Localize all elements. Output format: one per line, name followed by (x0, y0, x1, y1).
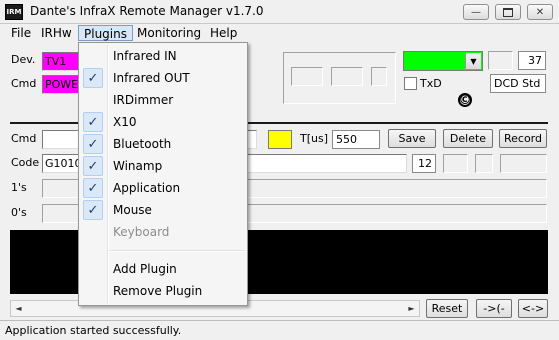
cmd-label: Cmd (11, 132, 37, 145)
display-segment-2 (331, 67, 363, 86)
plugin-menu-item-application[interactable]: ✓ Application (81, 177, 245, 199)
cmd-label-top: Cmd (11, 77, 37, 90)
save-button[interactable]: Save (388, 129, 436, 148)
plugin-menu-item-winamp[interactable]: ✓ Winamp (81, 155, 245, 177)
plugin-label: Application (113, 181, 181, 195)
dcd-std-box: DCD Std (490, 74, 546, 93)
code-label: Code (11, 156, 40, 169)
plugin-label: IRDimmer (113, 93, 174, 107)
menu-file[interactable]: File (6, 25, 36, 41)
display-panel (283, 52, 396, 104)
menu-plugins[interactable]: Plugins (78, 25, 133, 41)
record-button[interactable]: Record (499, 129, 547, 148)
checkmark-icon: ✓ (83, 134, 103, 154)
code-box-2 (475, 154, 493, 173)
prev-button[interactable]: ->(- (476, 299, 512, 318)
checkmark-icon: ✓ (83, 200, 103, 220)
count-value: 37 (518, 51, 546, 70)
app-icon: IRM (5, 4, 23, 20)
reset-button[interactable]: Reset (426, 299, 468, 318)
txd-checkbox[interactable] (404, 77, 417, 90)
delete-button[interactable]: Delete (443, 129, 493, 148)
minimize-icon: — (471, 6, 481, 18)
plugin-menu-item-irdimmer[interactable]: IRDimmer (81, 89, 245, 111)
remove-plugin-menu-item[interactable]: Remove Plugin (81, 280, 245, 302)
menu-bar: File IRHw Plugins Monitoring Help (0, 24, 559, 42)
menu-irhw[interactable]: IRHw (36, 25, 77, 41)
add-plugin-menu-item[interactable]: Add Plugin (81, 258, 245, 280)
restore-icon (503, 7, 513, 17)
checkmark-icon: ✓ (83, 156, 103, 176)
status-bar: Application started successfully. (0, 320, 559, 340)
plugins-dropdown-menu: Infrared IN ✓ Infrared OUT IRDimmer ✓ X10 ✓ Blu… (78, 42, 248, 306)
plugin-label: Bluetooth (113, 137, 172, 151)
menu-monitoring[interactable]: Monitoring (132, 25, 206, 41)
checkmark-icon: ✓ (83, 112, 103, 132)
plugin-label: Mouse (113, 203, 152, 217)
display-segment-1 (291, 67, 323, 86)
plugin-menu-item-x10[interactable]: ✓ X10 (81, 111, 245, 133)
menu-help[interactable]: Help (205, 25, 242, 41)
restore-button[interactable] (495, 4, 521, 20)
zeros-label: 0's (11, 206, 27, 219)
plugin-label: X10 (113, 115, 137, 129)
copyright-glyph: © (458, 92, 472, 108)
display-segment-3 (371, 67, 387, 86)
dev-label: Dev. (11, 53, 36, 66)
add-plugin-label: Add Plugin (113, 262, 177, 276)
swap-button[interactable]: <-> (518, 299, 548, 318)
cmd-value-field[interactable]: POWER (42, 75, 80, 94)
chevron-down-icon[interactable]: ▼ (465, 53, 481, 69)
code-box-3 (500, 154, 547, 173)
copyright-icon: © (458, 93, 472, 107)
tus-label: T[us] (300, 132, 329, 145)
status-message: Application started successfully. (5, 324, 182, 337)
close-button[interactable]: ✕ (527, 4, 553, 20)
led-select[interactable]: ▼ (403, 51, 483, 71)
plugin-menu-item-mouse[interactable]: ✓ Mouse (81, 199, 245, 221)
remove-plugin-label: Remove Plugin (113, 284, 203, 298)
plugin-menu-item-infrared-out[interactable]: ✓ Infrared OUT (81, 67, 245, 89)
checkmark-icon: ✓ (83, 178, 103, 198)
txd-label: TxD (420, 77, 442, 90)
plugin-label: Infrared OUT (113, 71, 190, 85)
scroll-right-icon[interactable]: ► (404, 301, 419, 316)
plugin-label: Infrared IN (113, 49, 177, 63)
ones-label: 1's (11, 181, 27, 194)
code-box-1 (443, 154, 468, 173)
checkmark-icon: ✓ (83, 68, 103, 88)
bits-value: 12 (412, 154, 436, 173)
minimize-button[interactable]: — (463, 4, 489, 20)
plugin-label: Keyboard (113, 225, 170, 239)
dev-value-field[interactable]: TV1 (42, 52, 80, 71)
tus-indicator (268, 130, 292, 149)
scroll-left-icon[interactable]: ◄ (11, 301, 26, 316)
title-bar: IRM Dante's InfraX Remote Manager v1.7.0… (0, 0, 559, 24)
close-icon: ✕ (535, 6, 545, 18)
window-title: Dante's InfraX Remote Manager v1.7.0 (30, 4, 264, 18)
status-box-small (488, 51, 513, 70)
plugin-menu-item-bluetooth[interactable]: ✓ Bluetooth (81, 133, 245, 155)
plugin-menu-item-infrared-in[interactable]: Infrared IN (81, 45, 245, 67)
plugin-menu-item-keyboard: Keyboard (81, 221, 245, 243)
tus-value[interactable]: 550 (332, 130, 380, 149)
plugin-label: Winamp (113, 159, 163, 173)
